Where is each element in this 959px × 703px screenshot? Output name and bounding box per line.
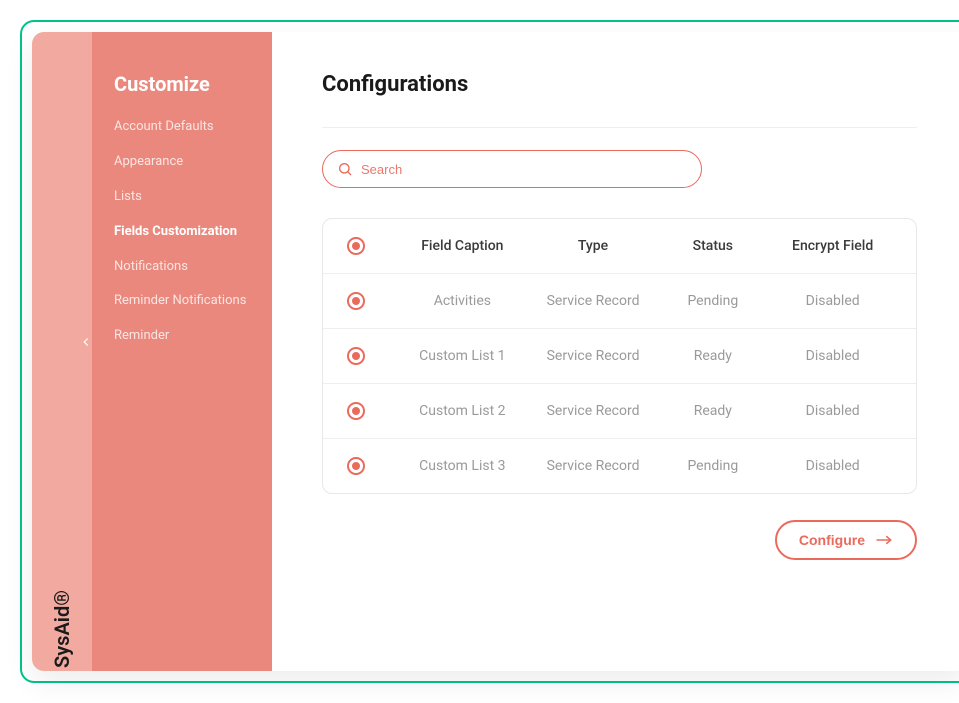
table-cell-status: Ready [658, 403, 767, 419]
table-header-cell: Type [528, 238, 659, 254]
table-row[interactable]: ActivitiesService RecordPendingDisabled [323, 274, 916, 329]
main-panel: Configurations Field CaptionTypeStatusEn… [272, 32, 959, 671]
sidebar: Customize Account DefaultsAppearanceList… [92, 32, 272, 671]
table-cell-status: Pending [658, 293, 767, 309]
search-icon [337, 161, 353, 177]
row-radio[interactable] [347, 292, 365, 310]
row-radio[interactable] [347, 347, 365, 365]
row-radio[interactable] [347, 457, 365, 475]
sidebar-item-1[interactable]: Appearance [114, 145, 250, 180]
table-cell-type: Service Record [528, 348, 659, 364]
radio-dot-icon [352, 352, 360, 360]
arrow-right-icon [875, 535, 893, 545]
table-cell-type: Service Record [528, 403, 659, 419]
radio-dot-icon [352, 407, 360, 415]
chevron-left-icon [84, 339, 88, 346]
table-row[interactable]: Custom List 3Service RecordPendingDisabl… [323, 439, 916, 493]
configure-button[interactable]: Configure [775, 520, 917, 560]
table-header-cell: Status [658, 238, 767, 254]
sidebar-item-5[interactable]: Reminder Notifications [114, 284, 250, 319]
footer-actions: Configure [322, 520, 917, 560]
divider [322, 127, 917, 128]
table-cell-encrypt: Disabled [767, 348, 898, 364]
app-window: SysAid® Customize Account DefaultsAppear… [32, 32, 959, 671]
sidebar-item-0[interactable]: Account Defaults [114, 110, 250, 145]
table-cell-caption: Custom List 1 [397, 348, 528, 364]
radio-dot-icon [352, 297, 360, 305]
table-cell-encrypt: Disabled [767, 403, 898, 419]
radio-dot-icon [352, 242, 360, 250]
sidebar-item-4[interactable]: Notifications [114, 250, 250, 285]
row-radio[interactable] [347, 237, 365, 255]
table-cell-caption: Activities [397, 293, 528, 309]
sidebar-item-6[interactable]: Reminder [114, 319, 250, 354]
table-cell-encrypt: Disabled [767, 293, 898, 309]
search-input[interactable] [361, 162, 687, 177]
sidebar-item-3[interactable]: Fields Customization [114, 215, 250, 250]
collapse-sidebar-button[interactable] [76, 332, 96, 352]
search-field-wrap[interactable] [322, 150, 702, 188]
table-cell-type: Service Record [528, 458, 659, 474]
table-header-row: Field CaptionTypeStatusEncrypt Field [323, 219, 916, 274]
table-header-cell: Encrypt Field [767, 238, 898, 254]
table-cell-type: Service Record [528, 293, 659, 309]
table-row[interactable]: Custom List 1Service RecordReadyDisabled [323, 329, 916, 384]
sidebar-item-2[interactable]: Lists [114, 180, 250, 215]
table-cell-status: Pending [658, 458, 767, 474]
outer-frame: SysAid® Customize Account DefaultsAppear… [20, 20, 959, 683]
table-cell-encrypt: Disabled [767, 458, 898, 474]
row-radio[interactable] [347, 402, 365, 420]
configure-button-label: Configure [799, 532, 865, 548]
table-cell-status: Ready [658, 348, 767, 364]
table-cell-caption: Custom List 2 [397, 403, 528, 419]
table-header-cell: Field Caption [397, 238, 528, 254]
sidebar-items: Account DefaultsAppearanceListsFields Cu… [114, 110, 250, 354]
table-cell-caption: Custom List 3 [397, 458, 528, 474]
config-table: Field CaptionTypeStatusEncrypt FieldActi… [322, 218, 917, 494]
radio-dot-icon [352, 462, 360, 470]
brand-logo: SysAid® [50, 590, 74, 668]
table-row[interactable]: Custom List 2Service RecordReadyDisabled [323, 384, 916, 439]
page-title: Configurations [322, 72, 917, 97]
sidebar-title: Customize [114, 72, 250, 96]
